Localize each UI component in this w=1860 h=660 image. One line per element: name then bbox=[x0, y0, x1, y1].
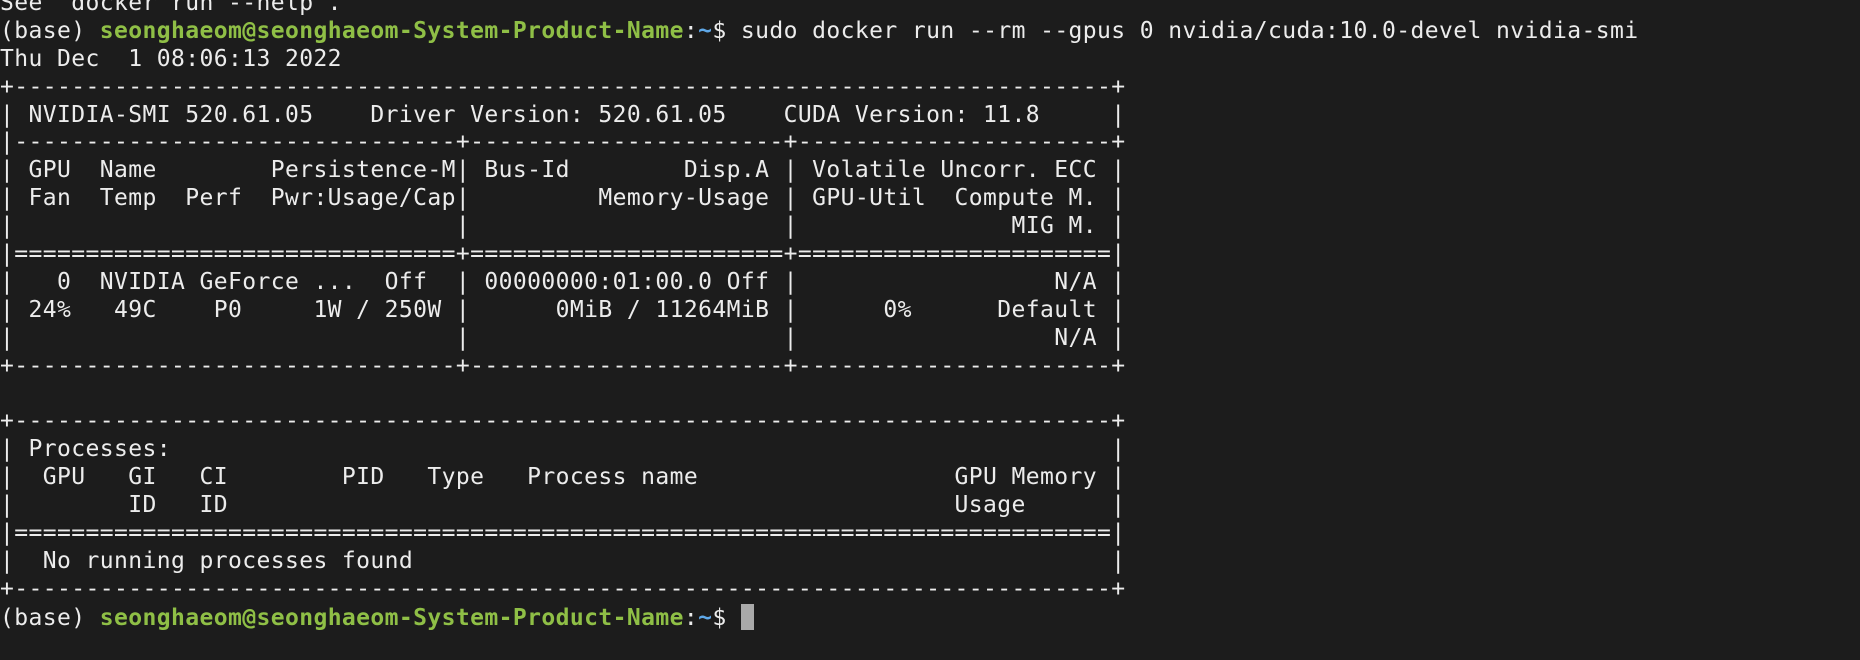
conda-env: (base) bbox=[0, 604, 100, 631]
prompt-symbol: $ bbox=[712, 604, 741, 631]
command-line: (base) seonghaeom@seonghaeom-System-Prod… bbox=[0, 18, 1860, 46]
active-prompt-line[interactable]: (base) seonghaeom@seonghaeom-System-Prod… bbox=[0, 603, 1860, 632]
output-line: |===============================+=======… bbox=[0, 241, 1126, 268]
output-line: | | | N/A | bbox=[0, 324, 1126, 351]
output-line: | Processes: | bbox=[0, 436, 1126, 463]
output-line: | ID ID Usage | bbox=[0, 492, 1126, 519]
command-text: sudo docker run --rm --gpus 0 nvidia/cud… bbox=[740, 17, 1639, 44]
user-host: seonghaeom@seonghaeom-System-Product-Nam… bbox=[99, 17, 684, 44]
nvidia-smi-output: Thu Dec 1 08:06:13 2022 +---------------… bbox=[0, 46, 1860, 604]
output-line: +---------------------------------------… bbox=[0, 73, 1126, 100]
prompt-separator: : bbox=[683, 17, 699, 44]
terminal-window[interactable]: See 'docker run --help'. (base) seonghae… bbox=[0, 0, 1860, 660]
output-line: | No running processes found | bbox=[0, 547, 1126, 574]
output-line: +-------------------------------+-------… bbox=[0, 352, 1126, 379]
output-line: | 0 NVIDIA GeForce ... Off | 00000000:01… bbox=[0, 268, 1126, 295]
output-line: | GPU GI CI PID Type Process name GPU Me… bbox=[0, 464, 1126, 491]
prompt-symbol: $ bbox=[712, 17, 741, 44]
output-line: | 24% 49C P0 1W / 250W | 0MiB / 11264MiB… bbox=[0, 296, 1126, 323]
output-line: | NVIDIA-SMI 520.61.05 Driver Version: 5… bbox=[0, 101, 1126, 128]
output-line: +---------------------------------------… bbox=[0, 408, 1126, 435]
output-line: +---------------------------------------… bbox=[0, 575, 1126, 602]
conda-env: (base) bbox=[0, 17, 100, 44]
output-line: |=======================================… bbox=[0, 519, 1126, 546]
output-line: | GPU Name Persistence-M| Bus-Id Disp.A … bbox=[0, 157, 1126, 184]
user-host: seonghaeom@seonghaeom-System-Product-Nam… bbox=[99, 604, 684, 631]
output-line: | | | MIG M. | bbox=[0, 213, 1126, 240]
output-line: | Fan Temp Perf Pwr:Usage/Cap| Memory-Us… bbox=[0, 185, 1126, 212]
previous-output-line: See 'docker run --help'. bbox=[0, 0, 342, 16]
output-line: |-------------------------------+-------… bbox=[0, 129, 1126, 156]
current-path: ~ bbox=[698, 604, 713, 631]
text-cursor[interactable] bbox=[740, 603, 754, 630]
current-path: ~ bbox=[698, 17, 713, 44]
output-line: Thu Dec 1 08:06:13 2022 bbox=[0, 45, 342, 72]
prompt-separator: : bbox=[683, 604, 699, 631]
